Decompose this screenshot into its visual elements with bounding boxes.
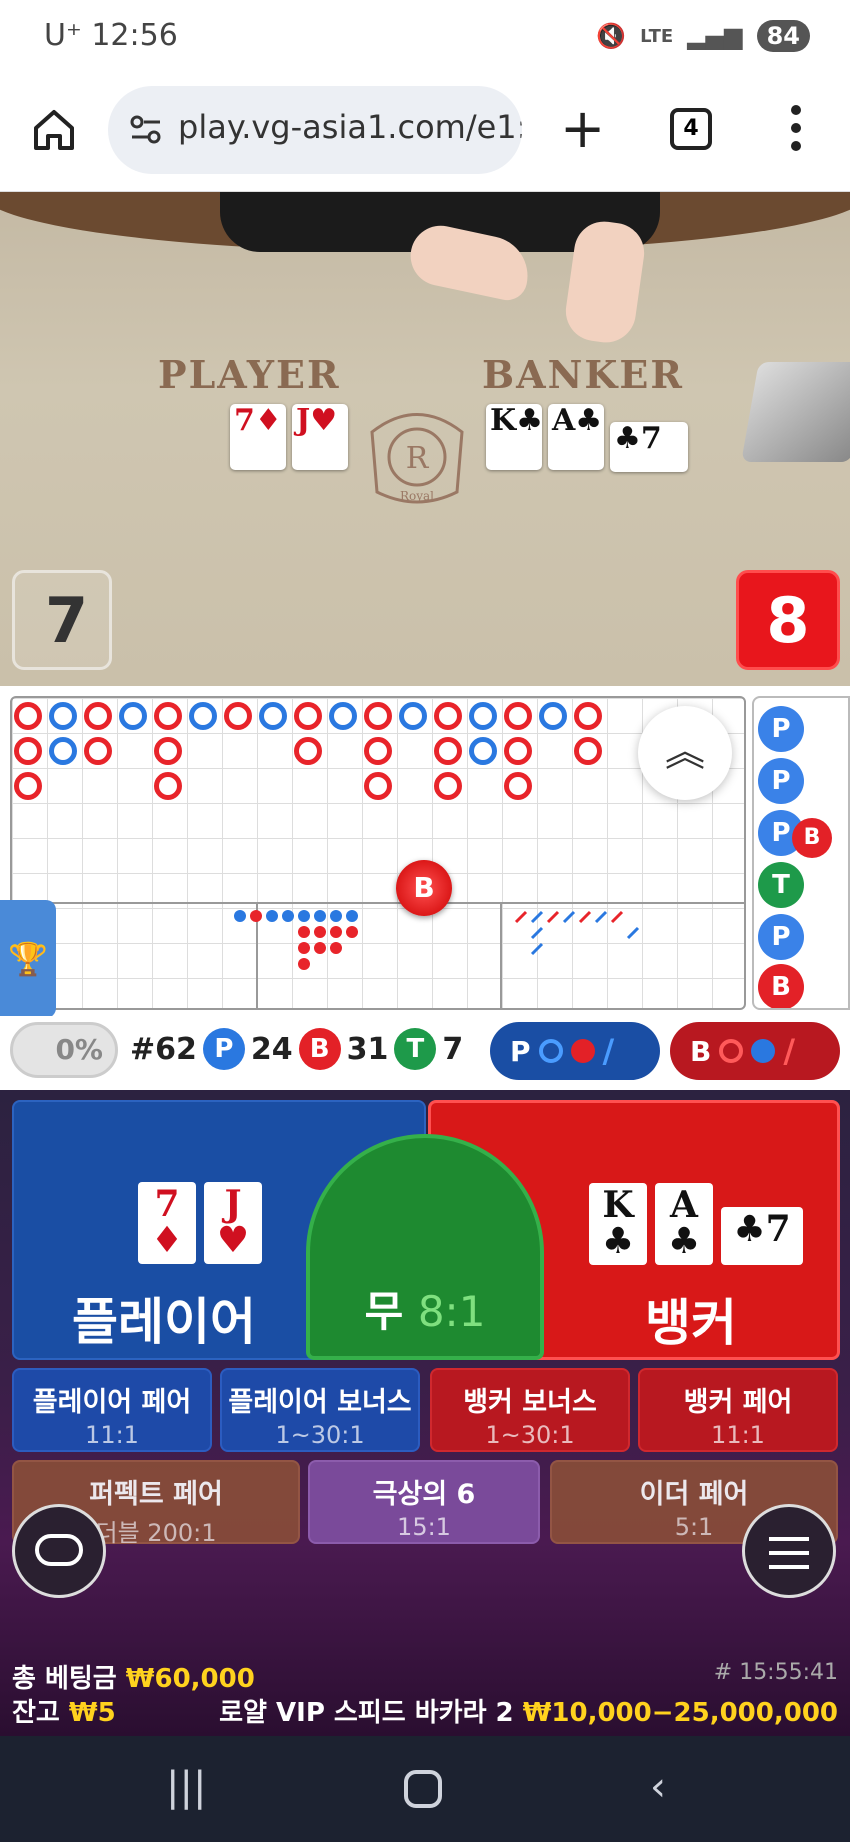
recent-apps-icon[interactable]: |||	[166, 1764, 206, 1810]
svg-text:R: R	[406, 441, 430, 476]
browser-toolbar: play.vg-asia1.com/e1: + 4	[0, 80, 850, 192]
player-pair-bet[interactable]: 플레이어 페어 11:1	[12, 1368, 212, 1452]
total-bet: 총 베팅금 ₩60,000	[12, 1664, 255, 1694]
mute-icon: 🔇	[596, 22, 627, 50]
balance: 잔고 ₩5	[12, 1698, 116, 1728]
banker-bet-cards: K ♣ A ♣ ♣7	[589, 1183, 803, 1265]
address-bar[interactable]: play.vg-asia1.com/e1:	[108, 86, 522, 174]
bead: P	[758, 758, 804, 804]
banker-count-badge: B	[298, 1028, 341, 1070]
player-bet-cards: 7 ♦ J ♥	[138, 1182, 262, 1264]
player-count: 24	[250, 1031, 293, 1067]
site-settings-icon[interactable]	[128, 112, 164, 148]
banker-card-3: ♣7	[610, 422, 688, 472]
signal-icon: ▂▄▆	[687, 22, 743, 50]
round-number: #62	[130, 1031, 197, 1067]
system-nav-bar: ||| ‹	[0, 1736, 850, 1842]
round-time: # 15:55:41	[713, 1660, 838, 1685]
chat-button[interactable]	[12, 1504, 106, 1598]
stats-row: 0% #62 P 24 B 31 T 7 P / B /	[0, 1016, 850, 1090]
banker-pair-bet[interactable]: 뱅커 페어 11:1	[638, 1368, 838, 1452]
network-label: LTE	[640, 25, 674, 47]
more-menu-icon[interactable]	[788, 102, 804, 154]
trophy-icon[interactable]: 🏆	[0, 900, 56, 1018]
bead: T	[758, 862, 804, 908]
back-icon[interactable]: ‹	[650, 1764, 666, 1810]
svg-text:Royal: Royal	[400, 489, 434, 503]
round-counts: #62 P 24 B 31 T 7	[130, 1028, 463, 1070]
tab-switcher-button[interactable]: 4	[670, 108, 712, 150]
player-count-badge: P	[202, 1028, 245, 1070]
bead: P	[758, 706, 804, 752]
banker-bonus-bet[interactable]: 뱅커 보너스 1~30:1	[430, 1368, 630, 1452]
royal-logo: R Royal	[352, 402, 482, 522]
banker-card-1: K♣	[486, 404, 543, 470]
expand-roadmap-button[interactable]: ︽	[638, 706, 732, 800]
player-cards: 7♦ J♥	[230, 404, 348, 470]
tie-bet-area[interactable]: 무 8:1	[306, 1134, 544, 1360]
player-card-1: 7♦	[230, 404, 286, 470]
menu-button[interactable]	[742, 1504, 836, 1598]
status-bar: U⁺ 12:56 🔇 LTE ▂▄▆ 84	[0, 0, 850, 80]
tie-count: 7	[442, 1031, 464, 1067]
banker-count: 31	[346, 1031, 389, 1067]
super-six-bet[interactable]: 극상의 6 15:1	[308, 1460, 540, 1544]
url-text: play.vg-asia1.com/e1:	[178, 108, 522, 146]
bead: B	[758, 964, 804, 1008]
banker-card-2: A♣	[548, 404, 604, 470]
big-road-marker: B	[396, 860, 452, 916]
banker-cards: K♣ A♣ ♣7	[486, 404, 688, 472]
player-area-label: PLAYER	[158, 352, 341, 397]
battery-indicator: 84	[756, 20, 810, 52]
player-card-2: J♥	[292, 404, 348, 470]
home-icon[interactable]	[30, 106, 78, 154]
ask-banker-button[interactable]: B /	[670, 1022, 840, 1080]
player-total: 7	[12, 570, 112, 670]
new-tab-icon[interactable]: +	[560, 102, 605, 156]
banker-total: 8	[736, 570, 840, 670]
percent-toggle[interactable]: 0%	[10, 1022, 118, 1078]
player-bet-label: 플레이어	[72, 1293, 256, 1351]
bead-plate[interactable]: P P P B T P B	[752, 696, 850, 1010]
table-info: 로얄 VIP 스피드 바카라 2 ₩10,000−25,000,000	[219, 1698, 838, 1728]
betting-panel: 7 ♦ J ♥ 플레이어 K ♣ A ♣ ♣7 뱅커 무 8:1 플레이어 페어 11:1…	[0, 1090, 850, 1736]
banker-area-label: BANKER	[482, 352, 684, 397]
bead-road-grid[interactable]: B	[10, 696, 746, 1010]
home-nav-icon[interactable]	[404, 1770, 442, 1808]
bead: B	[792, 818, 832, 858]
bead: P	[758, 914, 804, 960]
status-icons: 🔇 LTE ▂▄▆ 84	[596, 20, 810, 52]
card-shoe	[741, 362, 850, 462]
banker-bet-label: 뱅커	[645, 1294, 737, 1352]
tie-bet-label: 무 8:1	[364, 1287, 486, 1336]
ask-player-button[interactable]: P /	[490, 1022, 660, 1080]
live-video: PLAYER BANKER R Royal 7♦ J♥ K♣ A♣ ♣7 7 8	[0, 192, 850, 686]
player-bonus-bet[interactable]: 플레이어 보너스 1~30:1	[220, 1368, 420, 1452]
tie-count-badge: T	[394, 1028, 437, 1070]
roadmap-panel: B 🏆 ︽ P P P B T P B	[0, 686, 850, 1018]
status-time: U⁺ 12:56	[44, 18, 178, 53]
